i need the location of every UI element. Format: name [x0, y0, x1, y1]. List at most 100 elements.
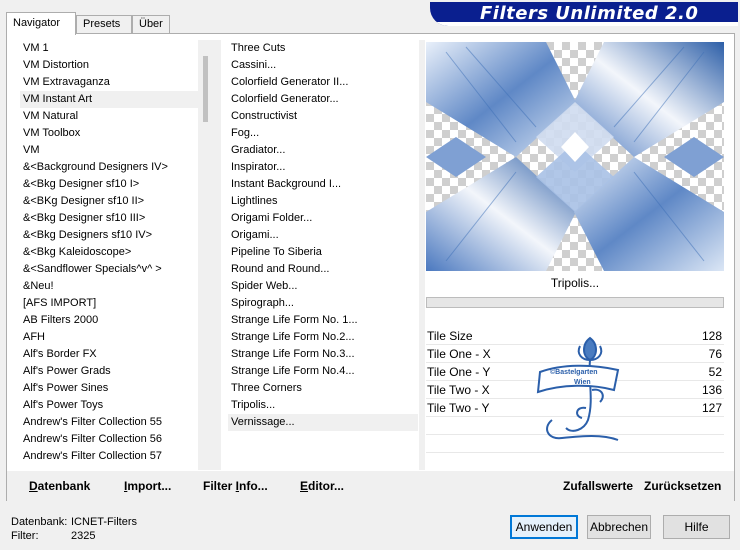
list-item[interactable]: Andrew's Filter Collection 56	[20, 431, 198, 448]
footer-filter-value: 2325	[71, 530, 96, 542]
list-item[interactable]: Round and Round...	[228, 261, 418, 278]
list-item[interactable]: Strange Life Form No.2...	[228, 329, 418, 346]
list-item[interactable]: Instant Background I...	[228, 176, 418, 193]
list-item[interactable]: Alf's Power Toys	[20, 397, 198, 414]
list-item[interactable]: Andrew's Filter Collection 57	[20, 448, 198, 465]
tab-navigator[interactable]: Navigator	[6, 12, 76, 35]
param-value: 76	[708, 347, 722, 361]
param-label: Tile One - X	[427, 347, 491, 361]
help-button[interactable]: Hilfe	[663, 515, 730, 539]
list-item[interactable]: &Neu!	[20, 278, 198, 295]
param-label: Tile One - Y	[427, 365, 491, 379]
param-value: 128	[701, 329, 722, 343]
reset-button[interactable]: Zurücksetzen	[644, 479, 721, 493]
filter-info-label-a: Filter	[203, 479, 236, 493]
footer-db-label: Datenbank:	[11, 516, 68, 528]
list-item[interactable]: Cassini...	[228, 57, 418, 74]
list-item[interactable]: &<Bkg Kaleidoscope>	[20, 244, 198, 261]
list-item[interactable]: Alf's Border FX	[20, 346, 198, 363]
list-item[interactable]: Lightlines	[228, 193, 418, 210]
list-item[interactable]: [AFS IMPORT]	[20, 295, 198, 312]
list-item[interactable]: Spider Web...	[228, 278, 418, 295]
list-item[interactable]: Pipeline To Siberia	[228, 244, 418, 261]
list-item[interactable]: Alf's Power Grads	[20, 363, 198, 380]
footer-filter-label: Filter:	[11, 530, 39, 542]
list-item[interactable]: AFH	[20, 329, 198, 346]
list-item[interactable]: VM 1	[20, 40, 198, 57]
list-item[interactable]: VM Natural	[20, 108, 198, 125]
list-item[interactable]: &<Background Designers IV>	[20, 159, 198, 176]
list-divider-right	[419, 40, 425, 470]
param-value: 136	[701, 383, 722, 397]
preview-image	[426, 42, 724, 271]
tab-presets[interactable]: Presets	[76, 15, 132, 34]
editor-button[interactable]: Editor...	[300, 479, 344, 493]
watermark-logo	[536, 336, 620, 441]
tab-uber-label: Über	[139, 18, 163, 30]
bottom-toolbar: Datenbank Import... Filter Info... Edito…	[7, 471, 734, 501]
list-item[interactable]: Constructivist	[228, 108, 418, 125]
list-item[interactable]: VM Toolbox	[20, 125, 198, 142]
param-label: Tile Two - Y	[427, 401, 490, 415]
list-item[interactable]: Gradiator...	[228, 142, 418, 159]
list-item[interactable]: VM	[20, 142, 198, 159]
list-item[interactable]: Inspirator...	[228, 159, 418, 176]
list-item[interactable]: VM Instant Art	[20, 91, 198, 108]
list-item[interactable]: Strange Life Form No.4...	[228, 363, 418, 380]
filter-list[interactable]: Three Cuts Cassini... Colorfield Generator…	[228, 40, 418, 470]
param-value: 52	[708, 365, 722, 379]
app-title: Filters Unlimited 2.0	[480, 3, 699, 24]
header-banner: Filters Unlimited 2.0	[430, 2, 738, 26]
import-button[interactable]: Import...	[124, 479, 171, 493]
list-item[interactable]: &<Bkg Designer sf10 III>	[20, 210, 198, 227]
param-label: Tile Two - X	[427, 383, 490, 397]
current-filter-name: Tripolis...	[550, 276, 600, 290]
param-label: Tile Size	[427, 329, 473, 343]
list-item[interactable]: &<Bkg Designers sf10 IV>	[20, 227, 198, 244]
filter-info-button[interactable]: Filter Info...	[203, 479, 268, 493]
list-item[interactable]: VM Extravaganza	[20, 74, 198, 91]
list-item[interactable]: &<BKg Designer sf10 II>	[20, 193, 198, 210]
tab-presets-label: Presets	[83, 18, 121, 30]
editor-accel: E	[300, 479, 309, 493]
list-item[interactable]: Strange Life Form No.3...	[228, 346, 418, 363]
category-scrollbar[interactable]	[198, 40, 215, 470]
list-divider	[215, 40, 221, 470]
list-item[interactable]: Colorfield Generator...	[228, 91, 418, 108]
filter-preview	[426, 42, 724, 271]
list-item[interactable]: &<Sandflower Specials^v^ >	[20, 261, 198, 278]
tab-uber[interactable]: Über	[132, 15, 170, 34]
footer-db-value: ICNET-Filters	[71, 516, 137, 528]
list-item[interactable]: Strange Life Form No. 1...	[228, 312, 418, 329]
apply-button[interactable]: Anwenden	[510, 515, 578, 539]
list-item[interactable]: Colorfield Generator II...	[228, 74, 418, 91]
list-item[interactable]: Tripolis...	[228, 397, 418, 414]
watermark-text-2: Wien	[574, 379, 591, 386]
category-scroll-thumb[interactable]	[203, 56, 208, 122]
database-button[interactable]: Datenbank	[29, 479, 90, 493]
editor-label: ditor...	[308, 479, 345, 493]
database-accel: D	[29, 479, 38, 493]
list-item[interactable]: Spirograph...	[228, 295, 418, 312]
list-item[interactable]: Origami...	[228, 227, 418, 244]
import-label: mport...	[127, 479, 172, 493]
category-list[interactable]: VM 1 VM Distortion VM Extravaganza VM Insta…	[20, 40, 198, 470]
filter-info-label-b: nfo...	[239, 479, 268, 493]
list-item[interactable]: Vernissage...	[228, 414, 418, 431]
list-item[interactable]: &<Bkg Designer sf10 I>	[20, 176, 198, 193]
list-item[interactable]: Fog...	[228, 125, 418, 142]
progress-bar	[426, 297, 724, 308]
tab-navigator-label: Navigator	[13, 17, 61, 29]
list-item[interactable]: VM Distortion	[20, 57, 198, 74]
cancel-button[interactable]: Abbrechen	[587, 515, 651, 539]
param-value: 127	[701, 401, 722, 415]
list-item[interactable]: AB Filters 2000	[20, 312, 198, 329]
list-item[interactable]: Alf's Power Sines	[20, 380, 198, 397]
list-item[interactable]: Origami Folder...	[228, 210, 418, 227]
list-item[interactable]: Three Corners	[228, 380, 418, 397]
watermark-text-1: ©Bastelgarten	[550, 369, 598, 376]
list-item[interactable]: Three Cuts	[228, 40, 418, 57]
random-values-button[interactable]: Zufallswerte	[563, 479, 633, 493]
list-item[interactable]: Andrew's Filter Collection 55	[20, 414, 198, 431]
parameter-panel: Tile Size 128 Tile One - X 76 Tile One -…	[426, 328, 724, 468]
